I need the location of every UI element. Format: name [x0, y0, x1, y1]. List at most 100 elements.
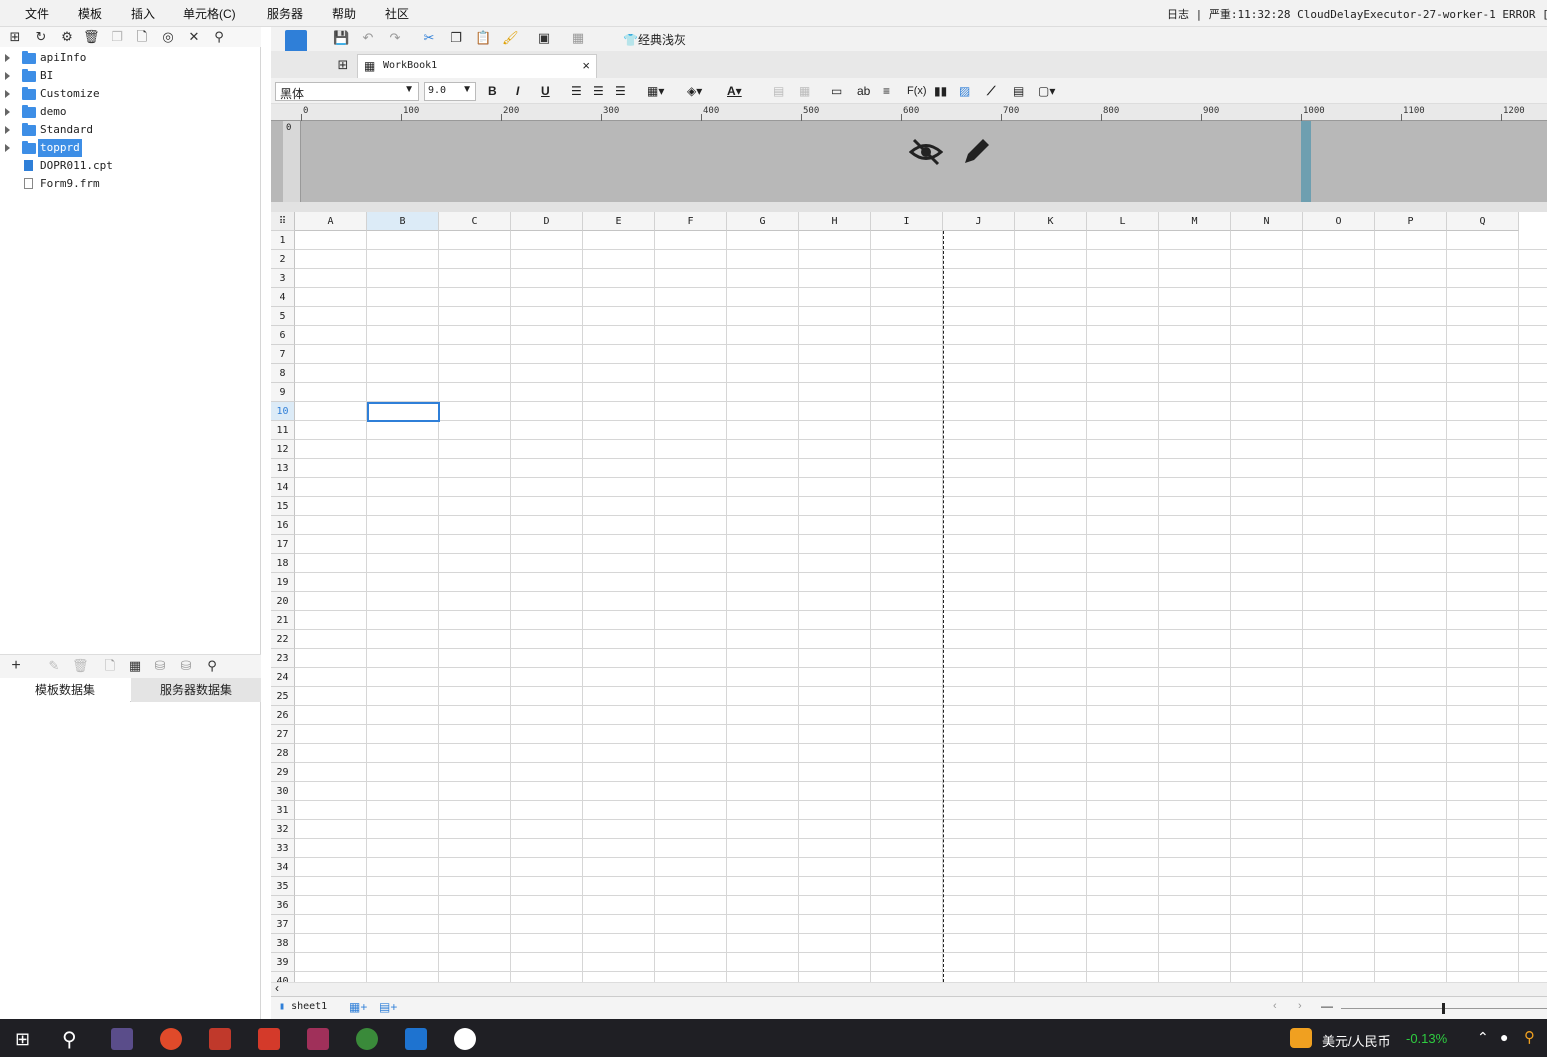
column-header-o[interactable]: O — [1303, 212, 1375, 231]
row-header[interactable]: 27 — [271, 725, 295, 744]
row-header[interactable]: 4 — [271, 288, 295, 307]
stock-widget-icon[interactable] — [1290, 1028, 1312, 1048]
hide-icon[interactable] — [909, 137, 943, 167]
row-header[interactable]: 31 — [271, 801, 295, 820]
expand-icon[interactable] — [5, 126, 10, 134]
tree-item-standard[interactable]: Standard — [0, 121, 261, 139]
desktop-app-icon[interactable] — [111, 1028, 133, 1050]
column-header-b[interactable]: B — [367, 212, 439, 231]
row-header[interactable]: 35 — [271, 877, 295, 896]
row-header[interactable]: 9 — [271, 383, 295, 402]
column-header-i[interactable]: I — [871, 212, 943, 231]
chevron-up-icon[interactable]: ⌃ — [1477, 1029, 1489, 1046]
row-header[interactable]: 19 — [271, 573, 295, 592]
align-center-icon[interactable]: ☰ — [593, 83, 604, 99]
select-all-corner[interactable]: ⠿ — [271, 212, 295, 231]
border-icon[interactable]: ▦▾ — [647, 83, 664, 99]
menu-file[interactable]: 文件 — [25, 5, 49, 22]
chart-icon[interactable]: ▮▮ — [934, 83, 947, 99]
bold-button[interactable]: B — [488, 83, 497, 99]
redo-icon[interactable]: ↷ — [387, 30, 403, 46]
row-header[interactable]: 22 — [271, 630, 295, 649]
frame-icon[interactable]: ▢▾ — [1038, 83, 1055, 99]
windows-start-icon[interactable]: ⊞ — [15, 1029, 30, 1050]
scroll-prev-icon[interactable]: ‹ — [1273, 1000, 1277, 1012]
preview-icon[interactable]: 🗋 — [102, 658, 118, 674]
cut-icon[interactable]: ✂ — [421, 30, 437, 46]
row-header[interactable]: 14 — [271, 478, 295, 497]
row-header[interactable]: 33 — [271, 839, 295, 858]
expand-icon[interactable] — [5, 108, 10, 116]
row-header[interactable]: 16 — [271, 516, 295, 535]
row-header[interactable]: 17 — [271, 535, 295, 554]
save-icon[interactable]: 💾 — [333, 30, 349, 46]
row-header[interactable]: 18 — [271, 554, 295, 573]
row-header[interactable]: 37 — [271, 915, 295, 934]
column-header-d[interactable]: D — [511, 212, 583, 231]
column-header-n[interactable]: N — [1231, 212, 1303, 231]
font-name-select[interactable]: 黑体 ▼ — [275, 82, 419, 101]
menu-community[interactable]: 社区 — [385, 5, 409, 22]
row-header[interactable]: 23 — [271, 649, 295, 668]
column-header-m[interactable]: M — [1159, 212, 1231, 231]
menu-cell[interactable]: 单元格(C) — [183, 5, 236, 22]
unmerge-icon[interactable]: ▦ — [799, 83, 810, 99]
row-header[interactable]: 29 — [271, 763, 295, 782]
column-header-e[interactable]: E — [583, 212, 655, 231]
tab-workbook1[interactable]: ▦ WorkBook1 × — [357, 54, 597, 78]
row-header[interactable]: 10 — [271, 402, 295, 421]
formula-button[interactable]: F(x) — [907, 83, 927, 99]
font-size-select[interactable]: 9.0 ▼ — [424, 82, 476, 101]
text-align-icon[interactable]: ≡ — [883, 83, 890, 99]
tray-search-icon[interactable]: ⚲ — [1524, 1028, 1535, 1046]
column-header-a[interactable]: A — [295, 212, 367, 231]
add-sheet-icon[interactable]: ▦+ — [349, 1000, 367, 1014]
merge-icon[interactable]: ▤ — [773, 83, 784, 99]
row-header[interactable]: 32 — [271, 820, 295, 839]
fill-color-icon[interactable]: ◈▾ — [687, 83, 702, 99]
search-icon[interactable]: ⚲ — [211, 29, 227, 45]
t100-app-icon[interactable] — [209, 1028, 231, 1050]
tree-item-bi[interactable]: BI — [0, 67, 261, 85]
edit-pencil-icon[interactable] — [961, 135, 993, 167]
row-header[interactable]: 15 — [271, 497, 295, 516]
search-icon[interactable]: ⚲ — [62, 1027, 77, 1052]
close-tab-icon[interactable]: × — [582, 58, 590, 73]
tree-item-apiinfo[interactable]: apiInfo — [0, 49, 261, 67]
row-header[interactable]: 28 — [271, 744, 295, 763]
row-header[interactable]: 2 — [271, 250, 295, 269]
column-header-q[interactable]: Q — [1447, 212, 1519, 231]
row-header[interactable]: 8 — [271, 364, 295, 383]
log-status[interactable]: 日志 | 严重:11:32:28 CloudDelayExecutor-27-w… — [1167, 6, 1547, 22]
row-header[interactable]: 3 — [271, 269, 295, 288]
qq-icon[interactable] — [454, 1028, 476, 1050]
expand-icon[interactable] — [5, 72, 10, 80]
menu-help[interactable]: 帮助 — [332, 5, 356, 22]
settings-icon[interactable]: ⚙ — [59, 29, 75, 45]
row-header[interactable]: 36 — [271, 896, 295, 915]
copy-icon[interactable]: ❐ — [448, 30, 464, 46]
add-dataset-icon[interactable]: + — [8, 658, 24, 674]
insert-row-icon[interactable]: ▭ — [831, 83, 842, 99]
expand-icon[interactable] — [5, 90, 10, 98]
chrome-icon[interactable] — [356, 1028, 378, 1050]
dataset-icon[interactable]: ▦ — [127, 658, 143, 674]
widget-icon[interactable]: ▦ — [570, 30, 586, 46]
expand-icon[interactable] — [5, 144, 10, 152]
menu-template[interactable]: 模板 — [78, 5, 102, 22]
row-header[interactable]: 34 — [271, 858, 295, 877]
horizontal-scrollbar[interactable]: ‹ — [271, 981, 1547, 996]
row-header[interactable]: 21 — [271, 611, 295, 630]
refresh-icon[interactable]: ↻ — [33, 29, 49, 45]
row-header[interactable]: 30 — [271, 782, 295, 801]
row-header[interactable]: 5 — [271, 307, 295, 326]
theme-button[interactable]: 👕经典浅灰 — [623, 31, 686, 48]
italic-button[interactable]: I — [516, 83, 519, 99]
column-header-p[interactable]: P — [1375, 212, 1447, 231]
delete-icon[interactable]: 🗑 — [83, 29, 100, 45]
column-header-g[interactable]: G — [727, 212, 799, 231]
tree-item-dopr011[interactable]: DOPR011.cpt — [0, 157, 261, 175]
column-header-c[interactable]: C — [439, 212, 511, 231]
finereport-app-icon[interactable] — [405, 1028, 427, 1050]
row-header[interactable]: 39 — [271, 953, 295, 972]
